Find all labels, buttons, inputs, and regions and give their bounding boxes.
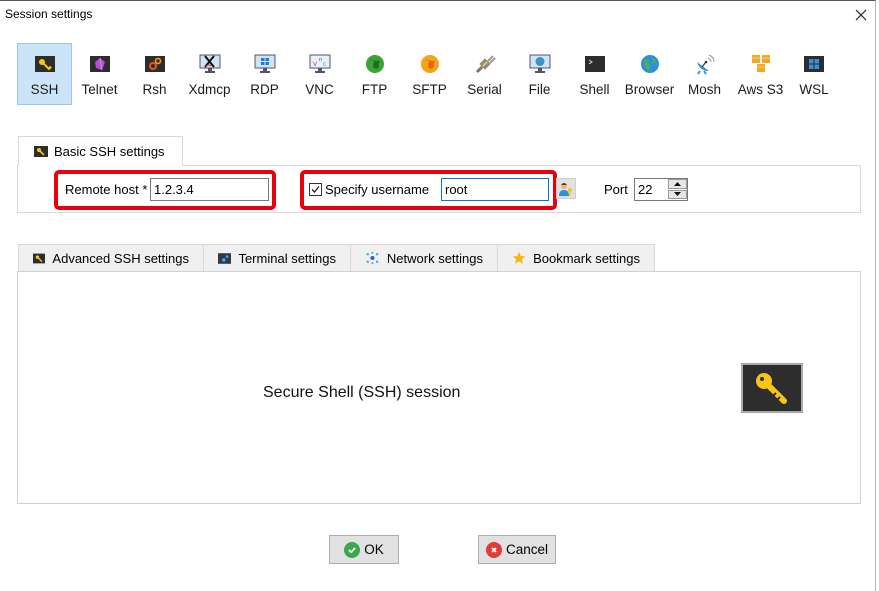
settings-tabs: Advanced SSH settings Terminal settings …	[18, 244, 655, 272]
ok-label: OK	[364, 542, 384, 557]
key-icon	[33, 253, 46, 263]
session-type-label: Telnet	[81, 82, 118, 97]
session-type-label: Browser	[624, 82, 675, 97]
session-type-telnet[interactable]: Telnet	[72, 43, 127, 105]
terminal-settings-icon	[218, 252, 232, 264]
checkmark-icon	[311, 186, 320, 193]
session-type-label: VNC	[305, 82, 334, 97]
tab-label: Bookmark settings	[533, 250, 640, 266]
svg-text:n: n	[319, 57, 322, 63]
session-type-label: Shell	[579, 82, 610, 97]
user-credentials-button[interactable]	[556, 178, 576, 199]
windows-logo-icon	[803, 53, 825, 75]
port-spinner	[668, 179, 687, 199]
svg-text:c: c	[323, 61, 326, 68]
tab-bookmark-settings[interactable]: Bookmark settings	[498, 244, 655, 272]
session-type-rdp[interactable]: RDP	[237, 43, 292, 105]
session-type-label: SSH	[30, 82, 59, 97]
session-type-ssh[interactable]: SSH	[17, 43, 72, 105]
session-type-label: Mosh	[687, 82, 721, 97]
session-type-wsl[interactable]: WSL	[789, 43, 839, 105]
satellite-dish-icon	[694, 53, 716, 75]
username-input[interactable]	[441, 178, 549, 201]
cancel-circle-icon	[485, 541, 502, 558]
session-type-sftp[interactable]: SFTP	[402, 43, 457, 105]
close-icon	[855, 9, 867, 21]
session-type-label: Xdmcp	[188, 82, 231, 97]
orange-globe-icon	[419, 53, 441, 75]
session-type-label: FTP	[361, 82, 388, 97]
session-type-browser[interactable]: Browser	[622, 43, 677, 105]
user-key-icon	[559, 182, 572, 196]
key-icon	[34, 146, 48, 157]
session-type-label: RDP	[250, 82, 279, 97]
key-icon	[756, 373, 787, 404]
arrow-down-icon	[674, 192, 681, 197]
session-type-vnc[interactable]: Vnc VNC	[292, 43, 347, 105]
session-type-toolbar: SSH Telnet Rsh Xdmcp RDP V n c VNC FTP S…	[17, 43, 839, 105]
green-globe-icon	[364, 53, 386, 75]
cancel-button[interactable]: Cancel	[478, 535, 556, 564]
specify-username-label: Specify username	[325, 182, 430, 197]
check-circle-icon	[344, 541, 361, 558]
session-type-label: WSL	[799, 82, 829, 97]
session-type-label: File	[528, 82, 551, 97]
tab-label: Terminal settings	[238, 250, 336, 266]
specify-username-checkbox[interactable]	[309, 183, 322, 196]
window-title: Session settings	[5, 7, 93, 21]
session-type-mosh[interactable]: Mosh	[677, 43, 732, 105]
vnc-monitor-icon: Vnc	[309, 53, 331, 75]
session-type-label: Rsh	[142, 82, 167, 97]
tab-network-settings[interactable]: Network settings	[351, 244, 498, 272]
windows-monitor-icon	[254, 53, 276, 75]
remote-host-label: Remote host *	[65, 182, 148, 197]
session-type-serial[interactable]: Serial	[457, 43, 512, 105]
network-icon	[366, 251, 379, 265]
session-type-aws-s3[interactable]: Aws S3	[732, 43, 789, 105]
tab-basic-ssh-settings[interactable]: Basic SSH settings	[18, 136, 183, 166]
cancel-label: Cancel	[505, 542, 549, 557]
remote-host-input[interactable]	[150, 178, 269, 201]
star-icon	[512, 251, 526, 264]
arrow-up-icon	[674, 181, 681, 186]
globe-monitor-icon	[529, 53, 551, 75]
tab-label: Advanced SSH settings	[52, 250, 189, 266]
ok-button[interactable]: OK	[329, 535, 399, 564]
key-icon	[34, 53, 56, 75]
tab-label: Basic SSH settings	[54, 144, 165, 159]
session-type-shell[interactable]: Shell	[567, 43, 622, 105]
x-monitor-icon	[199, 53, 221, 75]
session-type-label: SFTP	[412, 82, 447, 97]
session-type-file[interactable]: File	[512, 43, 567, 105]
port-decrement-button[interactable]	[668, 189, 687, 199]
plug-icon	[474, 53, 496, 75]
gears-icon	[144, 53, 166, 75]
cubes-icon	[750, 53, 772, 75]
session-type-label: Serial	[467, 82, 502, 97]
port-increment-button[interactable]	[668, 179, 687, 189]
tab-advanced-ssh-settings[interactable]: Advanced SSH settings	[18, 244, 204, 272]
session-type-rsh[interactable]: Rsh	[127, 43, 182, 105]
tab-label: Network settings	[386, 250, 483, 266]
ssh-key-large-icon	[741, 363, 803, 413]
tab-terminal-settings[interactable]: Terminal settings	[204, 244, 351, 272]
telnet-gem-icon	[89, 53, 111, 75]
port-label: Port	[604, 182, 628, 197]
session-type-label: Aws S3	[737, 82, 784, 97]
session-settings-dialog: Session settings SSH Telnet Rsh Xdmcp RD…	[0, 0, 876, 591]
earth-icon	[639, 53, 661, 75]
terminal-icon	[584, 53, 606, 75]
session-type-ftp[interactable]: FTP	[347, 43, 402, 105]
session-type-xdmcp[interactable]: Xdmcp	[182, 43, 237, 105]
close-button[interactable]	[851, 5, 871, 25]
session-description: Secure Shell (SSH) session	[263, 384, 461, 401]
